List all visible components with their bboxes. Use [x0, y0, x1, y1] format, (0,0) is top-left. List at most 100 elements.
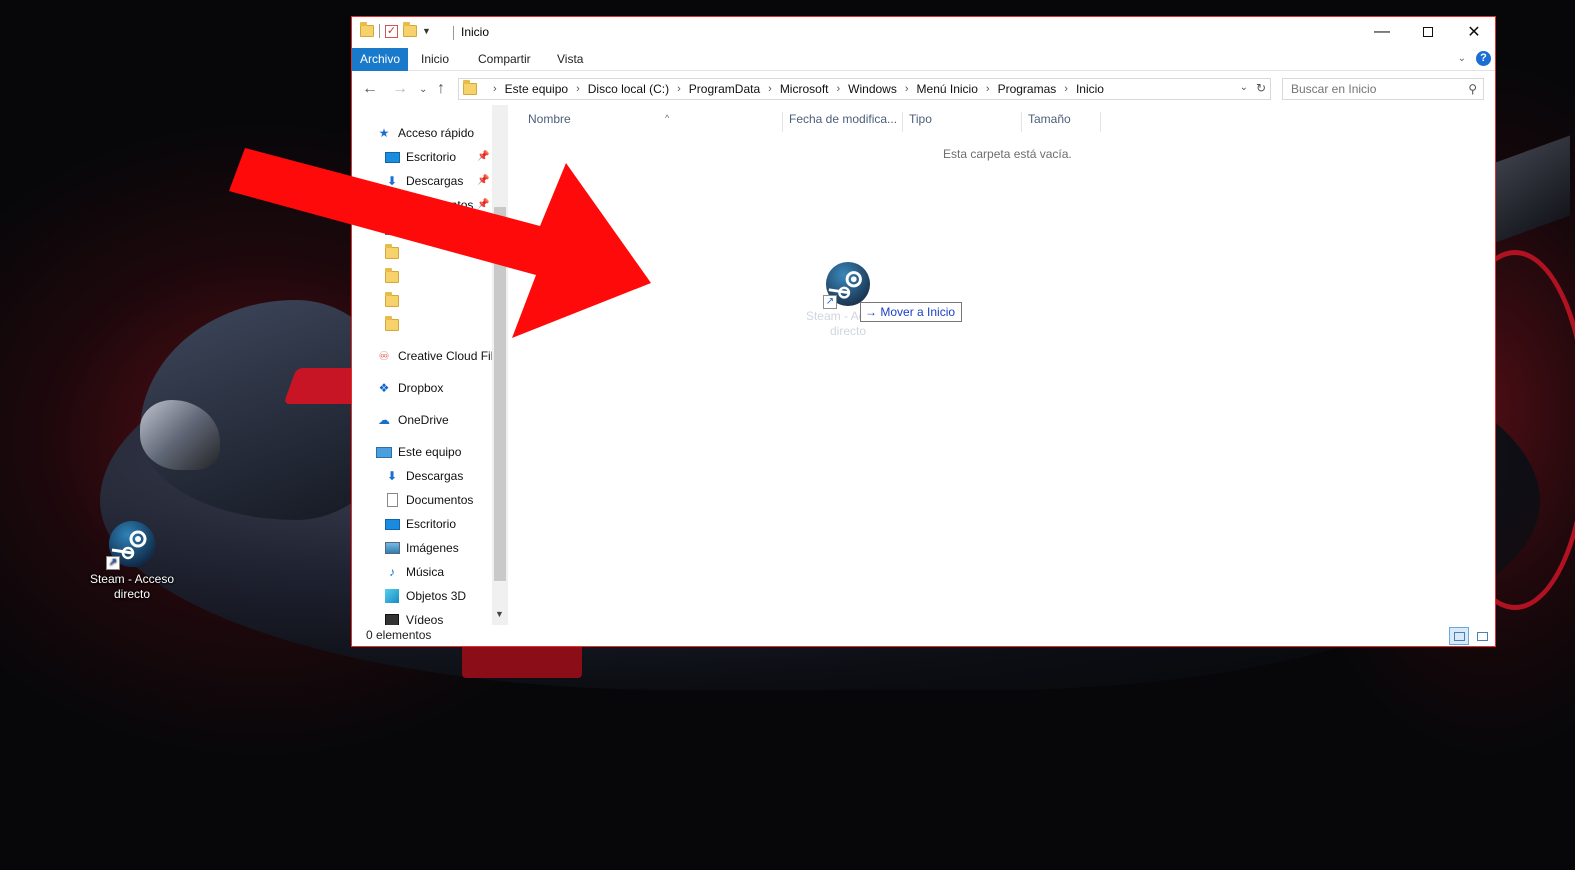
navigation-pane[interactable]: ★ Acceso rápido Escritorio 📌 ⬇ Descargas… [352, 105, 508, 625]
nav-escritorio-pinned[interactable]: Escritorio [384, 146, 456, 168]
nav-descargas-pinned[interactable]: ⬇ Descargas [384, 170, 463, 192]
column-fecha[interactable]: Fecha de modifica... [782, 112, 902, 132]
nav-videos[interactable]: Vídeos [384, 609, 443, 625]
pin-icon: 📌 [477, 199, 490, 210]
nav-pinned-folder[interactable] [384, 242, 406, 264]
nav-scrollbar[interactable]: ▼ [492, 105, 508, 625]
nav-onedrive[interactable]: ☁ OneDrive [376, 409, 449, 431]
nav-quick-access[interactable]: ★ Acceso rápido [376, 122, 474, 144]
tab-vista[interactable]: Vista [549, 48, 591, 71]
toolbar-separator [379, 24, 380, 38]
breadcrumb-este-equipo[interactable]: Este equipo [505, 82, 568, 96]
close-button[interactable]: ✕ [1451, 17, 1497, 47]
scrollbar-thumb[interactable] [494, 207, 506, 581]
details-view-icon[interactable] [1449, 627, 1469, 645]
customize-toolbar-icon[interactable]: ▼ [422, 26, 431, 36]
search-input[interactable] [1283, 79, 1453, 99]
breadcrumb-programdata[interactable]: ProgramData [689, 82, 760, 96]
file-list[interactable]: ^ Nombre Fecha de modifica... Tipo Tamañ… [510, 105, 1495, 630]
cube-icon [384, 589, 400, 603]
nav-pinned-folder[interactable] [384, 218, 406, 240]
breadcrumb-separator[interactable]: › [768, 83, 772, 95]
nav-descargas[interactable]: ⬇ Descargas [384, 465, 463, 487]
nav-label: Dropbox [398, 381, 444, 395]
image-icon [384, 222, 400, 236]
tab-compartir[interactable]: Compartir [470, 48, 539, 71]
nav-este-equipo[interactable]: Este equipo [376, 441, 461, 463]
address-bar[interactable]: › Este equipo › Disco local (C:) › Progr… [458, 78, 1271, 100]
nav-label: Documentos [406, 493, 474, 507]
address-history-icon[interactable]: ⌄ [1240, 82, 1248, 93]
column-tamano[interactable]: Tamaño [1021, 112, 1101, 132]
breadcrumb-programas[interactable]: Programas [998, 82, 1057, 96]
nav-creative-cloud[interactable]: ♾ Creative Cloud Files [376, 345, 506, 367]
column-label: Tipo [909, 112, 932, 126]
column-label: Tamaño [1028, 112, 1071, 126]
minimize-button[interactable]: — [1359, 17, 1405, 47]
tooltip-text: Mover a Inicio [880, 305, 956, 319]
nav-dropbox[interactable]: ❖ Dropbox [376, 377, 444, 399]
tab-inicio[interactable]: Inicio [413, 48, 457, 71]
nav-label: Imágenes [406, 541, 459, 555]
folder-icon [384, 268, 400, 284]
forward-arrow-icon[interactable]: → [392, 80, 408, 98]
breadcrumb-separator[interactable]: › [986, 83, 990, 95]
column-nombre[interactable]: ^ Nombre [528, 112, 782, 132]
status-bar: 0 elementos [352, 627, 1495, 647]
scroll-down-icon[interactable]: ▼ [495, 609, 504, 619]
title-separator [453, 26, 454, 40]
breadcrumb-inicio[interactable]: Inicio [1076, 82, 1104, 96]
new-folder-icon[interactable] [403, 22, 417, 37]
breadcrumb-microsoft[interactable]: Microsoft [780, 82, 829, 96]
up-arrow-icon[interactable]: ↑ [437, 80, 445, 98]
nav-label: Música [406, 565, 445, 579]
empty-folder-message: Esta carpeta está vacía. [943, 147, 1072, 161]
nav-escritorio[interactable]: Escritorio [384, 513, 456, 535]
nav-documentos-pinned[interactable]: Documentos [384, 194, 473, 216]
breadcrumb-separator[interactable]: › [576, 83, 580, 95]
nav-objetos-3d[interactable]: Objetos 3D [384, 585, 466, 607]
help-icon[interactable]: ? [1476, 51, 1491, 66]
image-icon [384, 541, 400, 555]
expand-ribbon-icon[interactable]: ⌄ [1458, 53, 1466, 64]
drag-move-tooltip: → Mover a Inicio [860, 302, 963, 322]
nav-pinned-folder[interactable] [384, 266, 406, 288]
nav-label: OneDrive [398, 413, 449, 427]
breadcrumb-separator[interactable]: › [493, 83, 497, 95]
breadcrumb-disco-local[interactable]: Disco local (C:) [588, 82, 669, 96]
breadcrumb-separator[interactable]: › [1064, 83, 1068, 95]
nav-documentos[interactable]: Documentos [384, 489, 473, 511]
explorer-window[interactable]: ✓ ▼ Inicio — ✕ Archivo Inicio Compartir … [351, 16, 1496, 647]
nav-label: Descargas [406, 469, 464, 483]
maximize-button[interactable] [1405, 17, 1451, 47]
breadcrumb-separator[interactable]: › [677, 83, 681, 95]
breadcrumb-menu-inicio[interactable]: Menú Inicio [917, 82, 978, 96]
large-icons-view-icon[interactable] [1472, 627, 1492, 645]
nav-label: Vídeos [406, 613, 444, 625]
column-tipo[interactable]: Tipo [902, 112, 1022, 132]
dragged-steam-shortcut[interactable]: ↗ Steam - Acceso directo [803, 261, 893, 339]
search-box[interactable]: ⚲ [1282, 78, 1484, 100]
folder-icon [384, 244, 400, 260]
column-label: Fecha de modifica... [789, 112, 898, 126]
nav-musica[interactable]: ♪ Música [384, 561, 444, 583]
desktop-steam-shortcut[interactable]: ↗ Steam - Acceso directo [86, 520, 178, 602]
tab-archivo[interactable]: Archivo [352, 48, 408, 71]
nav-pinned-folder[interactable] [384, 290, 406, 312]
nav-label: Documentos [406, 198, 474, 212]
title-bar[interactable]: ✓ ▼ Inicio — ✕ [352, 17, 1495, 48]
breadcrumb-windows[interactable]: Windows [848, 82, 897, 96]
nav-pinned-folder[interactable] [384, 314, 406, 336]
column-label: Nombre [528, 112, 571, 126]
refresh-icon[interactable]: ↻ [1256, 81, 1266, 95]
onedrive-icon: ☁ [378, 413, 390, 427]
address-row: ← → ⌄ ↑ › Este equipo › Disco local (C:)… [352, 72, 1495, 105]
breadcrumb-separator[interactable]: › [905, 83, 909, 95]
search-icon[interactable]: ⚲ [1468, 82, 1477, 96]
breadcrumb-separator[interactable]: › [837, 83, 841, 95]
properties-icon[interactable]: ✓ [385, 24, 398, 38]
recent-locations-icon[interactable]: ⌄ [419, 84, 427, 95]
steam-icon: ↗ [106, 520, 156, 570]
nav-imagenes[interactable]: Imágenes [384, 537, 459, 559]
back-arrow-icon[interactable]: ← [362, 80, 378, 98]
